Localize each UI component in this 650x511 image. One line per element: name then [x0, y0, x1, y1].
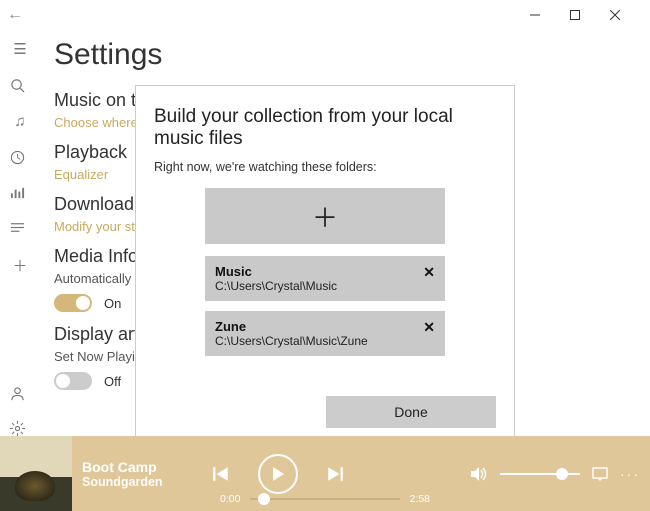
- folder-item[interactable]: Music C:\Users\Crystal\Music ✕: [205, 256, 445, 301]
- play-button[interactable]: [258, 454, 298, 494]
- playback-controls: [212, 454, 344, 494]
- track-title: Boot Camp: [82, 459, 212, 475]
- folder-path: C:\Users\Crystal\Music: [215, 279, 435, 293]
- elapsed-time: 0:00: [220, 493, 240, 505]
- modal-overlay: Build your collection from your local mu…: [0, 0, 650, 511]
- volume-slider[interactable]: [500, 473, 580, 475]
- add-folder-button[interactable]: ＋: [205, 188, 445, 244]
- dialog-title: Build your collection from your local mu…: [154, 106, 496, 150]
- dialog-subtitle: Right now, we're watching these folders:: [154, 160, 496, 174]
- remove-folder-button[interactable]: ✕: [423, 264, 435, 281]
- folder-path: C:\Users\Crystal\Music\Zune: [215, 334, 435, 348]
- next-button[interactable]: [326, 465, 344, 483]
- done-button[interactable]: Done: [326, 396, 496, 428]
- remove-folder-button[interactable]: ✕: [423, 319, 435, 336]
- progress-slider[interactable]: [250, 498, 399, 500]
- track-artist: Soundgarden: [82, 475, 212, 489]
- folder-name: Zune: [215, 319, 435, 334]
- cast-icon[interactable]: [592, 467, 608, 481]
- volume-icon[interactable]: [470, 465, 488, 483]
- folder-item[interactable]: Zune C:\Users\Crystal\Music\Zune ✕: [205, 311, 445, 356]
- album-art[interactable]: [0, 436, 72, 511]
- folder-dialog: Build your collection from your local mu…: [135, 85, 515, 447]
- more-icon[interactable]: ···: [620, 466, 640, 482]
- track-info: Boot Camp Soundgarden: [72, 459, 212, 489]
- previous-button[interactable]: [212, 465, 230, 483]
- folder-name: Music: [215, 264, 435, 279]
- progress-bar-wrap: 0:00 2:58: [220, 493, 430, 505]
- total-time: 2:58: [410, 493, 430, 505]
- player-bar: Boot Camp Soundgarden 0:00 2:58 ···: [0, 436, 650, 511]
